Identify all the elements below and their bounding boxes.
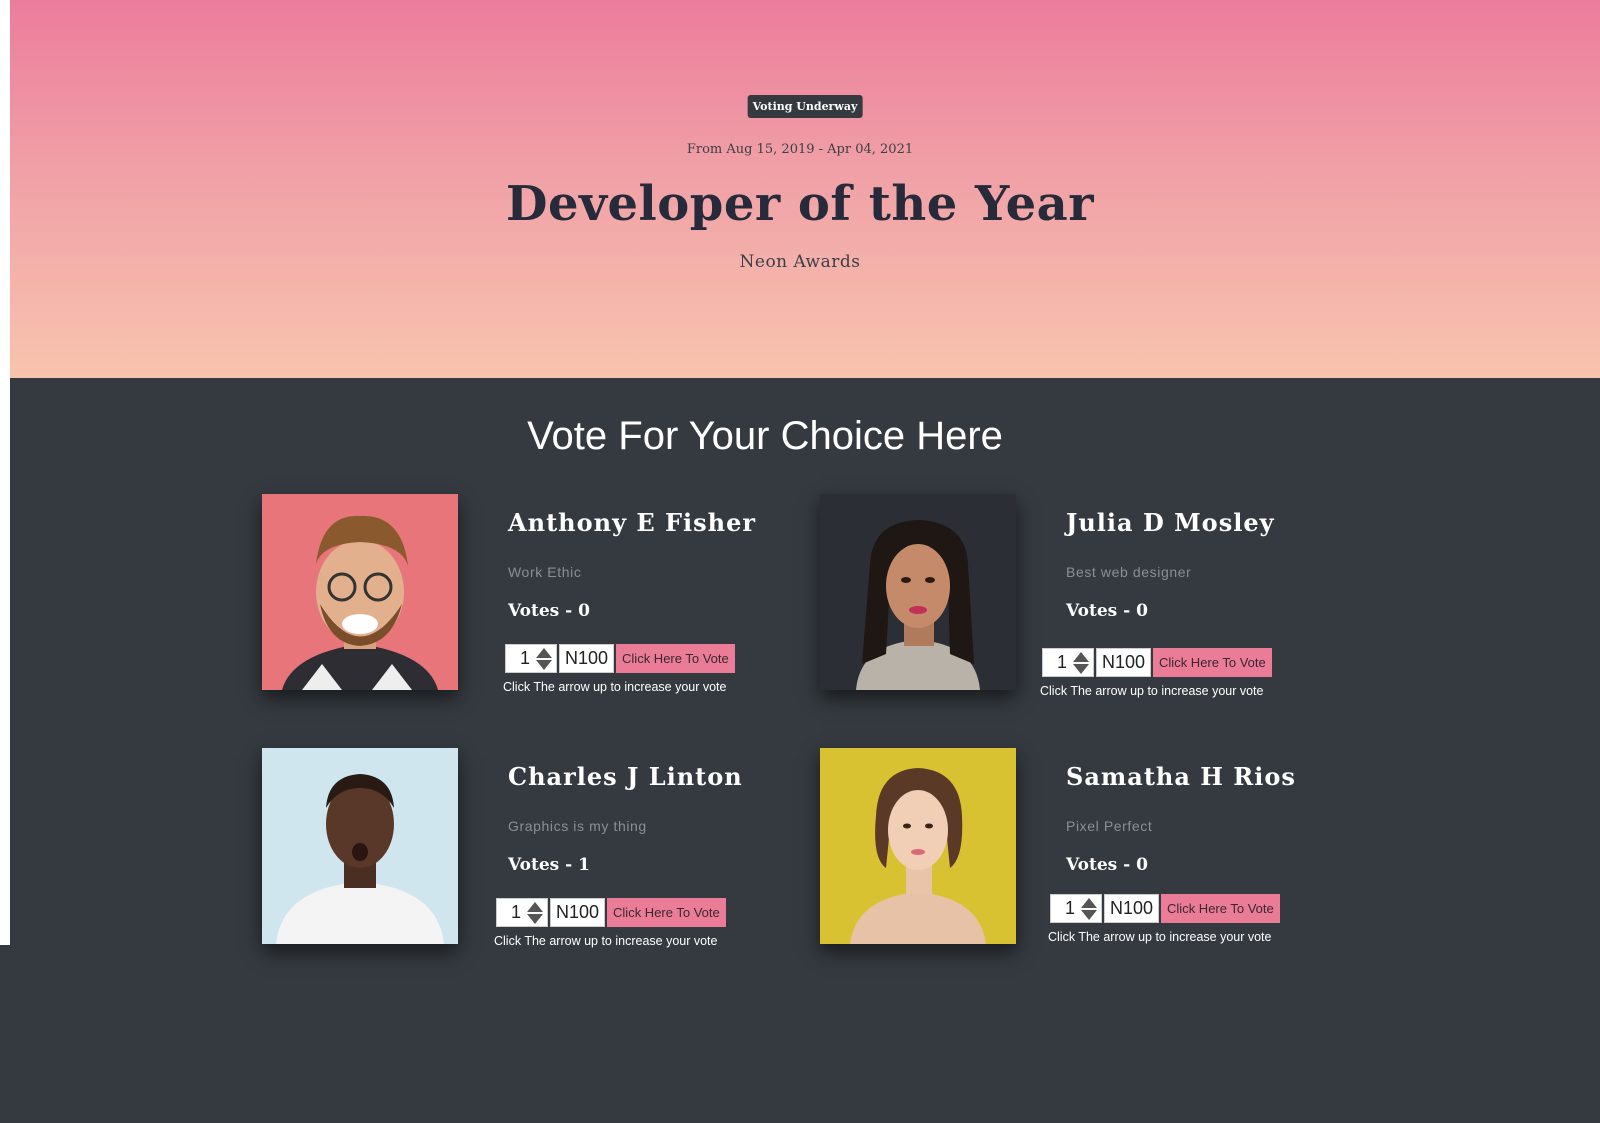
vote-hint: Click The arrow up to increase your vote	[494, 934, 718, 948]
vote-form: 1 N100 Click Here To Vote	[1042, 648, 1272, 677]
stepper-arrows-icon[interactable]	[1081, 897, 1097, 920]
candidate-card: Anthony E Fisher Work Ethic Votes - 0 1 …	[262, 494, 822, 694]
candidate-name: Julia D Mosley	[1066, 508, 1275, 537]
candidate-photo	[820, 748, 1016, 944]
candidate-photo	[262, 748, 458, 944]
quantity-value: 1	[1057, 652, 1068, 672]
vote-form: 1 N100 Click Here To Vote	[1050, 894, 1280, 923]
candidate-category: Work Ethic	[508, 564, 582, 580]
price-field: N100	[1096, 648, 1152, 677]
candidate-category: Best web designer	[1066, 564, 1192, 580]
price-field: N100	[550, 898, 606, 927]
page: Voting Underway From Aug 15, 2019 - Apr …	[0, 0, 1600, 1123]
vote-hint: Click The arrow up to increase your vote	[503, 680, 727, 694]
quantity-stepper[interactable]: 1	[1050, 894, 1102, 923]
price-field: N100	[1104, 894, 1160, 923]
quantity-stepper[interactable]: 1	[496, 898, 548, 927]
page-title: Developer of the Year	[505, 176, 1095, 232]
candidate-photo	[820, 494, 1016, 690]
quantity-value: 1	[520, 648, 531, 668]
date-range: From Aug 15, 2019 - Apr 04, 2021	[686, 142, 914, 157]
candidate-card: Samatha H Rios Pixel Perfect Votes - 0 1…	[820, 748, 1380, 948]
quantity-stepper[interactable]: 1	[505, 644, 557, 673]
candidate-card: Charles J Linton Graphics is my thing Vo…	[262, 748, 822, 948]
vote-hint: Click The arrow up to increase your vote	[1040, 684, 1264, 698]
price-field: N100	[559, 644, 615, 673]
vote-count: Votes - 0	[1066, 855, 1148, 875]
candidate-category: Graphics is my thing	[508, 818, 647, 834]
vote-count: Votes - 0	[508, 601, 590, 621]
status-badge: Voting Underway	[747, 95, 863, 118]
vote-button[interactable]: Click Here To Vote	[607, 898, 726, 927]
candidate-name: Charles J Linton	[508, 762, 743, 791]
event-subtitle: Neon Awards	[739, 252, 861, 272]
candidate-category: Pixel Perfect	[1066, 818, 1153, 834]
vote-count: Votes - 0	[1066, 601, 1148, 621]
vote-button[interactable]: Click Here To Vote	[1153, 648, 1272, 677]
quantity-value: 1	[1065, 898, 1076, 918]
quantity-stepper[interactable]: 1	[1042, 648, 1094, 677]
vote-form: 1 N100 Click Here To Vote	[496, 898, 726, 927]
candidate-card: Julia D Mosley Best web designer Votes -…	[820, 494, 1380, 698]
candidate-name: Anthony E Fisher	[508, 508, 757, 537]
vote-form: 1 N100 Click Here To Vote	[505, 644, 735, 673]
hero-banner: Voting Underway From Aug 15, 2019 - Apr …	[10, 0, 1600, 378]
stepper-arrows-icon[interactable]	[1073, 651, 1089, 674]
candidate-photo	[262, 494, 458, 690]
vote-hint: Click The arrow up to increase your vote	[1048, 930, 1272, 944]
section-title: Vote For Your Choice Here	[527, 414, 1003, 458]
quantity-value: 1	[511, 902, 522, 922]
stepper-arrows-icon[interactable]	[527, 901, 543, 924]
candidate-name: Samatha H Rios	[1066, 762, 1296, 791]
stepper-arrows-icon[interactable]	[536, 647, 552, 670]
vote-button[interactable]: Click Here To Vote	[1161, 894, 1280, 923]
vote-button[interactable]: Click Here To Vote	[616, 644, 735, 673]
vote-count: Votes - 1	[508, 855, 590, 875]
